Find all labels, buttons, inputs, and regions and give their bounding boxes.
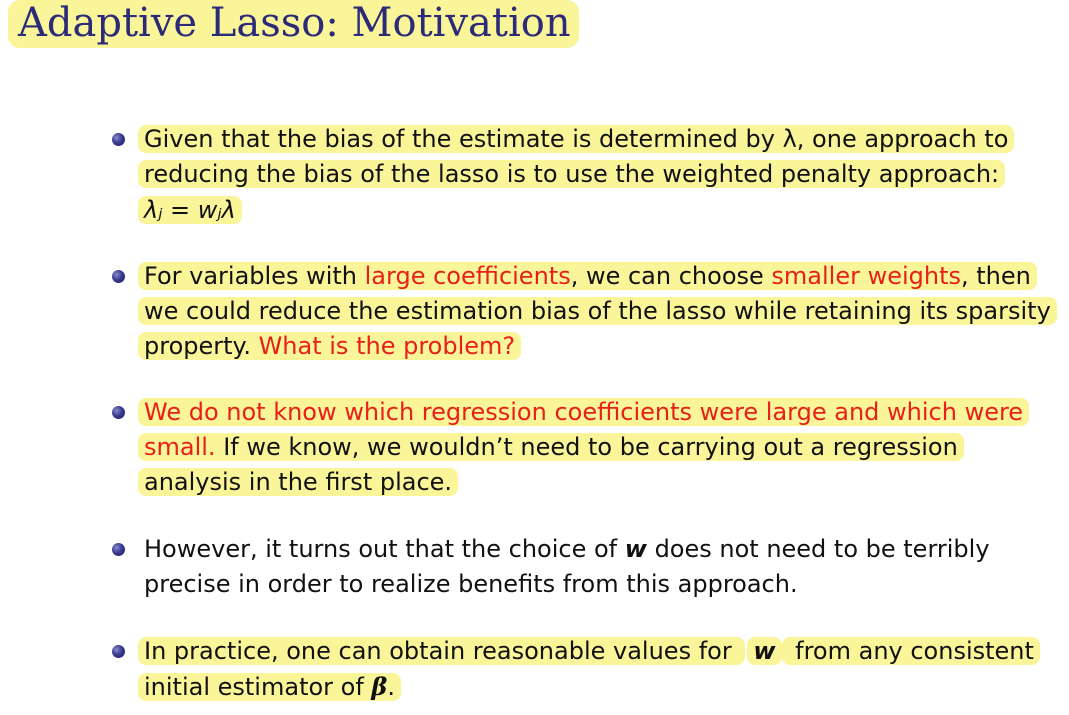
emphasis-red: large coefficients: [364, 262, 571, 290]
symbol-w: w: [624, 535, 647, 563]
bullet-2-line-3: property. What is the problem?: [138, 329, 522, 364]
bullet-marker: [112, 133, 125, 146]
text: If we know, we wouldn’t need to be carry…: [215, 433, 958, 461]
emphasis-red: What is the problem?: [258, 332, 516, 360]
bullet-4-line-1: However, it turns out that the choice of…: [144, 532, 990, 567]
bullet-marker: [112, 543, 125, 556]
bullet-5-line-1: In practice, one can obtain reasonable v…: [138, 634, 1040, 669]
bullet-1-line-2: reducing the bias of the lasso is to use…: [138, 157, 1006, 192]
text: .: [387, 673, 395, 701]
text: However, it turns out that the choice of: [144, 535, 625, 563]
highlight: from any consistent: [781, 637, 1040, 665]
bullet-3-line-3: analysis in the first place.: [138, 465, 459, 500]
emphasis-red: smaller weights: [771, 262, 962, 290]
bullet-3-line-2: small. If we know, we wouldn’t need to b…: [138, 430, 964, 465]
bullet-1-formula: λⱼ = wⱼλ: [138, 193, 242, 228]
symbol-beta: β: [371, 672, 388, 701]
emphasis-red: small.: [144, 433, 216, 461]
text: precise in order to realize benefits fro…: [144, 570, 798, 598]
bullet-3-line-1: We do not know which regression coeffici…: [138, 395, 1030, 430]
highlight: In practice, one can obtain reasonable v…: [138, 637, 746, 665]
highlight: Given that the bias of the estimate is d…: [138, 125, 1015, 153]
emphasis-red: We do not know which regression coeffici…: [138, 398, 1030, 426]
highlight: reducing the bias of the lasso is to use…: [138, 160, 1006, 188]
bullet-4-line-2: precise in order to realize benefits fro…: [144, 567, 798, 602]
highlight: property. What is the problem?: [138, 332, 522, 360]
text: For variables with: [144, 262, 365, 290]
bullet-marker: [112, 645, 125, 658]
highlight: initial estimator of β.: [138, 672, 401, 701]
highlight: we could reduce the estimation bias of t…: [138, 297, 1057, 325]
text: , we can choose: [570, 262, 772, 290]
highlight: For variables with large coefficients, w…: [138, 262, 1037, 290]
slide-title: Adaptive Lasso: Motivation: [8, 0, 579, 48]
text: does not need to be terribly: [646, 535, 990, 563]
bullet-1-line-1: Given that the bias of the estimate is d…: [138, 122, 1015, 157]
bullet-marker: [112, 406, 125, 419]
bullet-2-line-2: we could reduce the estimation bias of t…: [138, 294, 1057, 329]
text: property.: [144, 332, 259, 360]
symbol-w: w: [747, 637, 782, 665]
text: initial estimator of: [144, 673, 372, 701]
formula-lambda-j: λⱼ = wⱼλ: [138, 196, 242, 224]
bullet-5-line-2: initial estimator of β.: [138, 669, 401, 705]
highlight: small. If we know, we wouldn’t need to b…: [138, 433, 964, 461]
bullet-marker: [112, 270, 125, 283]
bullet-2-line-1: For variables with large coefficients, w…: [138, 259, 1037, 294]
highlight: analysis in the first place.: [138, 468, 459, 496]
text: , then: [961, 262, 1031, 290]
